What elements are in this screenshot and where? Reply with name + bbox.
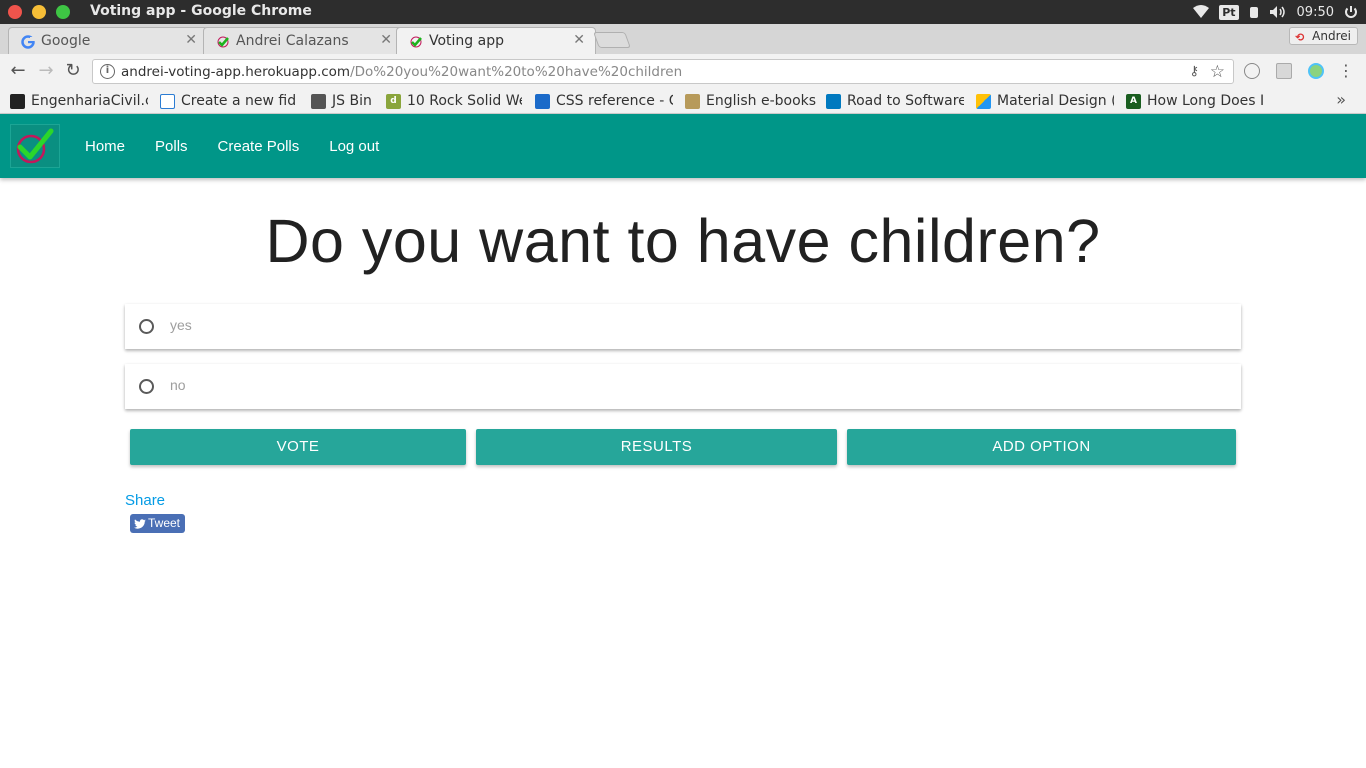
power-icon[interactable]: [1344, 5, 1358, 19]
trello-icon: [826, 93, 841, 109]
tab-label: Andrei Calazans: [236, 33, 349, 49]
bookmark-item[interactable]: JS Bin: [311, 91, 375, 111]
back-arrow-icon[interactable]: ←: [8, 61, 28, 81]
clock[interactable]: 09:50: [1297, 5, 1334, 20]
checkmark-favicon-icon: [409, 34, 423, 48]
forward-arrow-icon[interactable]: →: [36, 61, 56, 81]
bookmark-favicon-icon: [976, 93, 991, 109]
bookmark-favicon-icon: [311, 93, 326, 109]
bookmark-favicon-icon: [535, 93, 550, 109]
bookmark-favicon-icon: A: [1126, 93, 1141, 109]
window-maximize-button[interactable]: [56, 5, 70, 19]
app-navbar: Home Polls Create Polls Log out: [0, 114, 1366, 178]
key-icon[interactable]: ⚷: [1189, 64, 1199, 79]
wifi-icon[interactable]: [1193, 5, 1210, 19]
bookmark-item[interactable]: Material Design (: [976, 91, 1114, 111]
nav-link-home[interactable]: Home: [70, 138, 140, 155]
google-g-icon: [21, 34, 35, 49]
extension-icon[interactable]: [1276, 63, 1292, 79]
url-text[interactable]: andrei-voting-app.herokuapp.com/Do%20you…: [121, 64, 682, 80]
bookmarks-bar: EngenhariaCivil.c Create a new fid JS Bi…: [0, 88, 1366, 114]
bookmark-star-icon[interactable]: ☆: [1210, 62, 1225, 82]
checkmark-favicon-icon: [216, 34, 230, 48]
bookmark-favicon-icon: [685, 93, 700, 109]
volume-icon[interactable]: [1269, 5, 1287, 19]
bookmark-item[interactable]: d 10 Rock Solid We: [386, 91, 522, 111]
tweet-label: Tweet: [148, 516, 181, 530]
bookmark-item[interactable]: CSS reference - C: [535, 91, 673, 111]
tab-voting-app[interactable]: Voting app ✕: [396, 27, 596, 55]
bookmark-item[interactable]: Road to Software: [826, 91, 964, 111]
more-bookmarks-icon[interactable]: »: [1336, 90, 1346, 109]
browser-tab-strip: Google ✕ Andrei Calazans ✕ Voting app ✕ …: [0, 24, 1366, 55]
nav-link-create-polls[interactable]: Create Polls: [203, 138, 315, 155]
bookmark-item[interactable]: A How Long Does I: [1126, 91, 1264, 111]
poll-question: Do you want to have children?: [265, 207, 1101, 275]
option-label: no: [170, 377, 186, 393]
vote-button[interactable]: VOTE: [130, 429, 466, 465]
cloud-icon: [160, 93, 175, 109]
extension-icon[interactable]: [1244, 63, 1260, 79]
reload-icon[interactable]: ↻: [63, 61, 83, 81]
extension-icon[interactable]: [1308, 63, 1324, 79]
nav-link-polls[interactable]: Polls: [140, 138, 203, 155]
browser-menu-icon[interactable]: ⋮: [1338, 62, 1354, 80]
radio-button[interactable]: [139, 379, 154, 394]
bookmark-favicon-icon: [10, 93, 25, 109]
tab-label: Google: [41, 33, 91, 49]
bookmark-favicon-icon: d: [386, 93, 401, 109]
bookmark-item[interactable]: Create a new fid: [160, 91, 298, 111]
profile-icon: ⟲: [1295, 31, 1305, 44]
option-label: yes: [170, 317, 192, 333]
add-option-button[interactable]: ADD OPTION: [847, 429, 1236, 465]
new-tab-button[interactable]: [593, 32, 631, 48]
close-tab-icon[interactable]: ✕: [380, 32, 392, 48]
tab-andrei-calazans[interactable]: Andrei Calazans ✕: [203, 27, 403, 54]
window-close-button[interactable]: [8, 5, 22, 19]
bookmark-item[interactable]: EngenhariaCivil.c: [10, 91, 148, 111]
os-title-bar: Voting app - Google Chrome Pt 09:50: [0, 0, 1366, 24]
results-button[interactable]: RESULTS: [476, 429, 837, 465]
close-tab-icon[interactable]: ✕: [185, 32, 197, 48]
tweet-button[interactable]: Tweet: [130, 514, 185, 533]
checkmark-logo-icon[interactable]: [10, 124, 60, 168]
nav-link-log-out[interactable]: Log out: [314, 138, 394, 155]
radio-button[interactable]: [139, 319, 154, 334]
address-bar[interactable]: i andrei-voting-app.herokuapp.com/Do%20y…: [92, 59, 1234, 84]
browser-toolbar: ← → ↻ i andrei-voting-app.herokuapp.com/…: [0, 54, 1366, 88]
nav-links: Home Polls Create Polls Log out: [70, 114, 394, 178]
site-info-icon[interactable]: i: [100, 64, 115, 79]
poll-option-yes[interactable]: yes: [125, 304, 1241, 349]
tab-label: Voting app: [429, 33, 504, 49]
window-minimize-button[interactable]: [32, 5, 46, 19]
profile-name: Andrei: [1312, 29, 1351, 43]
close-tab-icon[interactable]: ✕: [573, 32, 585, 48]
bookmark-item[interactable]: English e-books: [685, 91, 817, 111]
profile-button[interactable]: ⟲ Andrei: [1289, 27, 1358, 45]
tab-google[interactable]: Google ✕: [8, 27, 208, 54]
keyboard-layout-indicator[interactable]: Pt: [1219, 4, 1239, 20]
system-tray: Pt 09:50: [1193, 3, 1358, 21]
twitter-bird-icon: [134, 517, 146, 536]
window-title: Voting app - Google Chrome: [90, 3, 312, 19]
share-label: Share: [125, 492, 166, 509]
poll-option-no[interactable]: no: [125, 364, 1241, 409]
battery-icon[interactable]: [1249, 5, 1259, 19]
